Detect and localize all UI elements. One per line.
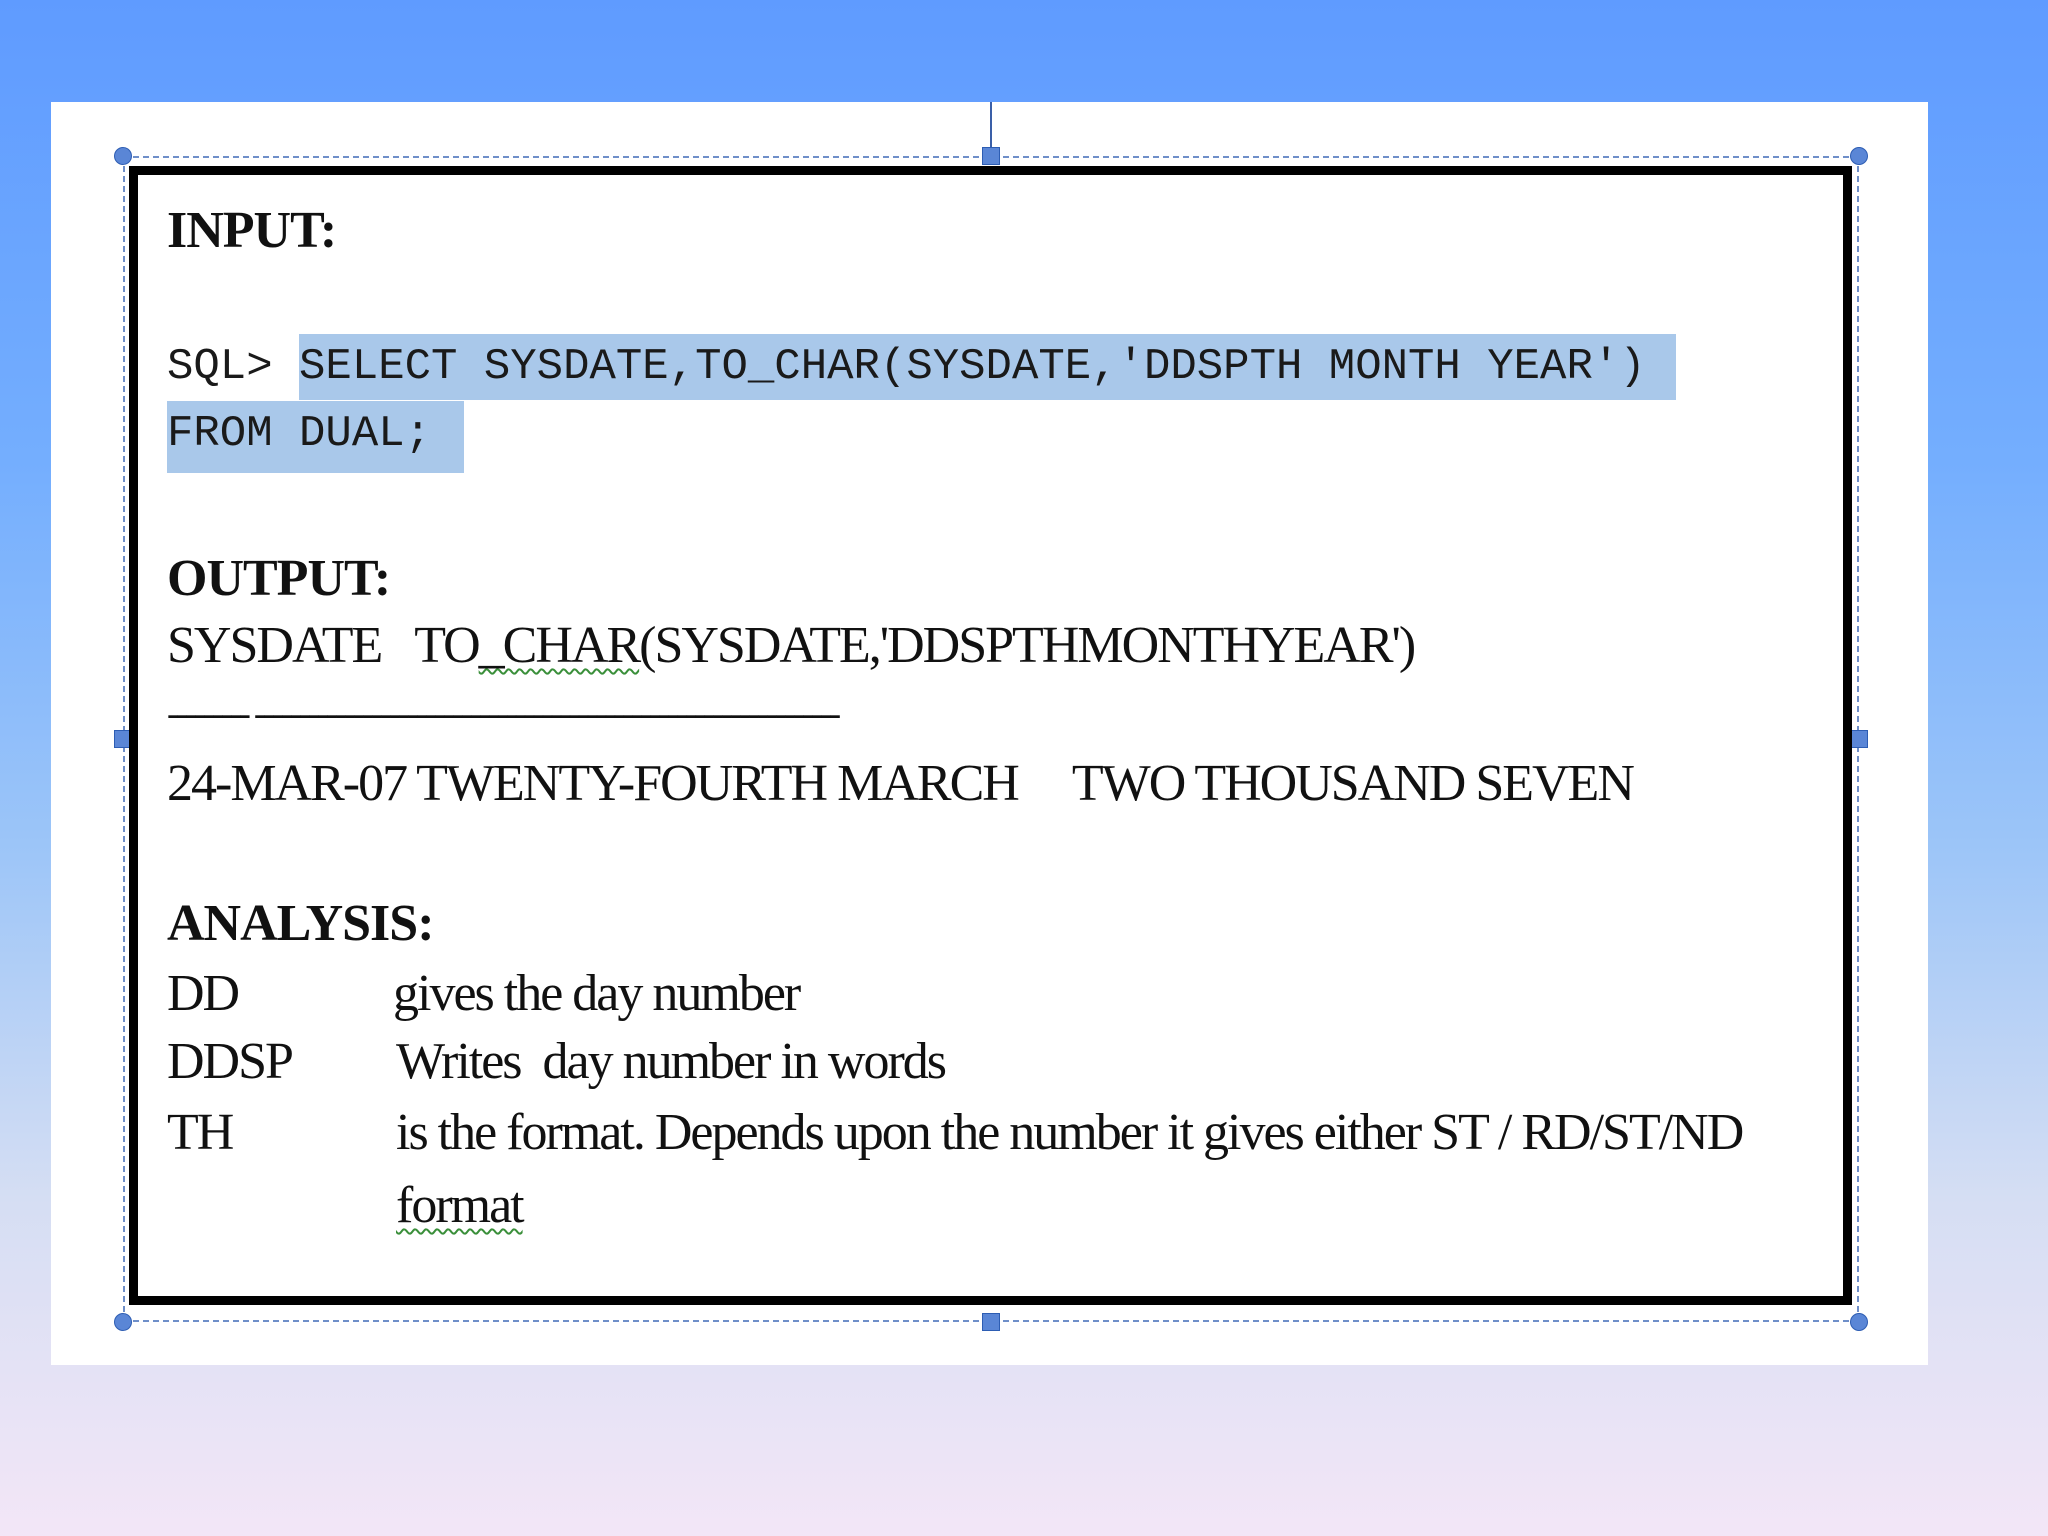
column-header-sysdate: SYSDATE [167, 617, 383, 674]
analysis-description: Writes day number in words [396, 1033, 947, 1090]
analysis-description: is the format. Depends upon the number i… [396, 1104, 1744, 1161]
resize-handle-top-right[interactable] [1850, 147, 1868, 165]
resize-handle-bottom-center[interactable] [982, 1313, 1000, 1331]
column-header-to-char: TO_CHAR(SYSDATE,'DDSPTHMONTHYEAR') [414, 617, 1416, 674]
sql-query-line-1[interactable]: SELECT SYSDATE,TO_CHAR(SYSDATE,'DDSPTH M… [299, 334, 1676, 400]
output-result-row: 24-MAR-07 TWENTY-FOURTH MARCH TWO THOUSA… [167, 755, 1635, 812]
analysis-term: TH [167, 1104, 234, 1161]
sql-line-2[interactable]: FROM DUAL; [167, 401, 465, 473]
sql-prompt: SQL> [167, 342, 300, 392]
column-header-to-char-prefix: TO [414, 617, 480, 674]
output-separator: --------- ------------------------------… [167, 693, 841, 733]
output-column-headers: SYSDATE TO_CHAR(SYSDATE,'DDSPTHMONTHYEAR… [167, 617, 1416, 674]
analysis-term: DD [167, 965, 240, 1022]
resize-handle-bottom-right[interactable] [1850, 1313, 1868, 1331]
analysis-description: gives the day number [393, 965, 801, 1022]
spell-check-squiggle-text: _CHAR [478, 617, 641, 674]
sql-query-line-2[interactable]: FROM DUAL; [167, 401, 465, 473]
analysis-term: DDSP [167, 1033, 294, 1090]
column-header-to-char-suffix: (SYSDATE,'DDSPTHMONTHYEAR') [639, 617, 1416, 674]
resize-handle-middle-right[interactable] [1850, 730, 1868, 748]
resize-handle-top-center[interactable] [982, 147, 1000, 165]
analysis-heading: ANALYSIS: [167, 895, 435, 952]
sql-line-1[interactable]: SQL> SELECT SYSDATE,TO_CHAR(SYSDATE,'DDS… [167, 334, 1676, 400]
analysis-continuation: format [396, 1177, 525, 1234]
output-heading: OUTPUT: [167, 550, 391, 607]
resize-handle-top-left[interactable] [114, 147, 132, 165]
input-heading: INPUT: [167, 202, 337, 259]
resize-handle-bottom-left[interactable] [114, 1313, 132, 1331]
